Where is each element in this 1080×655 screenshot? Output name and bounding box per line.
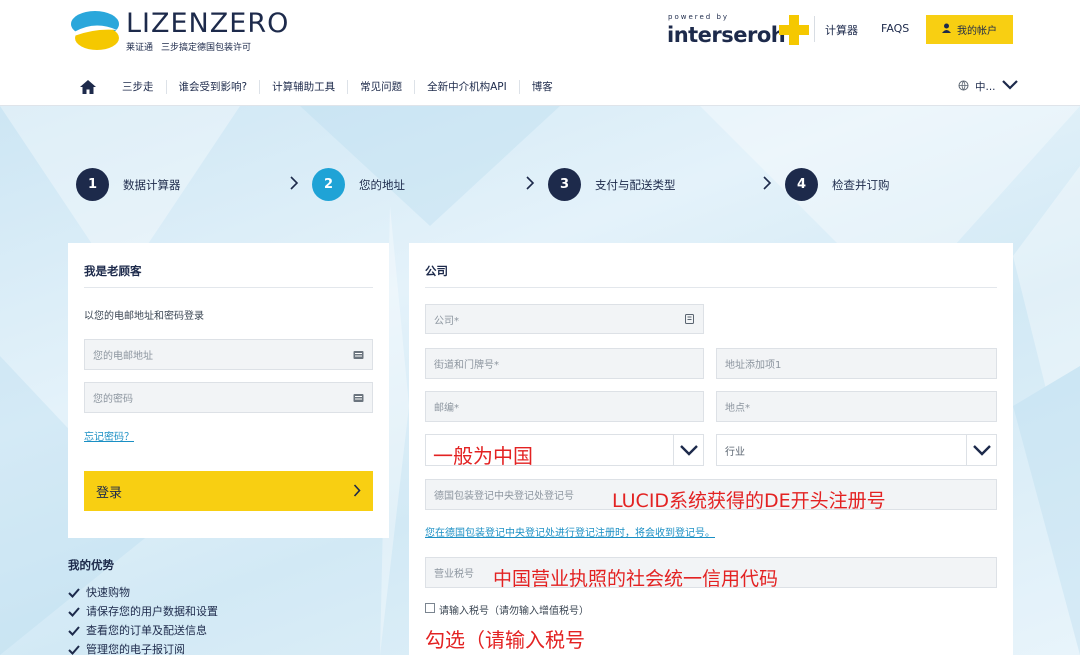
list-item: 查看您的订单及配送信息: [68, 621, 218, 640]
register-hint-link[interactable]: 您在德国包装登记中央登记处进行登记注册时，将会收到登记号。: [425, 524, 715, 539]
advantage-text: 请保存您的用户数据和设置: [86, 605, 218, 618]
checkout-steps: 1 数据计算器 2 您的地址 3 支付与配送类型 4 检查并订购: [0, 168, 1080, 204]
chevron-right-icon: [290, 176, 299, 190]
logo-sub-brand: 莱证通: [126, 43, 154, 53]
street-field[interactable]: 街道和门牌号*: [425, 348, 704, 379]
company-field[interactable]: 公司*: [425, 304, 704, 334]
advantages-list: 快速购物 请保存您的用户数据和设置 查看您的订单及配送信息 管理您的电子报订阅: [68, 583, 218, 655]
language-label: 中...: [975, 81, 996, 93]
calculator-link[interactable]: 计算器: [825, 22, 858, 38]
zip-placeholder: 邮编*: [434, 403, 459, 414]
address-extra-field[interactable]: 地址添加项1: [716, 348, 997, 379]
nav-item-agency-api[interactable]: 全新中介机构API: [414, 80, 519, 94]
keyboard-icon: [353, 393, 364, 402]
zip-field[interactable]: 邮编*: [425, 391, 704, 422]
tax-number-checkbox[interactable]: [425, 603, 435, 613]
nav-item-calc-tools[interactable]: 计算辅助工具: [259, 80, 347, 94]
top-header: LIZENZERO 莱证通 三步搞定德国包装许可 powered by inter…: [0, 0, 1080, 68]
lizenzero-logo[interactable]: LIZENZERO 莱证通 三步搞定德国包装许可: [70, 8, 289, 54]
login-instruction: 以您的电邮地址和密码登录: [84, 311, 204, 322]
city-placeholder: 地点*: [725, 403, 750, 414]
nav-item-faq[interactable]: 常见问题: [347, 80, 414, 94]
login-button[interactable]: 登录: [84, 471, 373, 511]
step-label: 您的地址: [359, 177, 405, 192]
chevron-down-icon: [966, 435, 996, 465]
annotation-country: 一般为中国: [433, 444, 533, 468]
nav-item-who-affected[interactable]: 谁会受到影响?: [165, 80, 260, 94]
nav-item-three-steps[interactable]: 三步走: [110, 80, 166, 94]
password-field[interactable]: 您的密码: [84, 382, 373, 413]
step-4[interactable]: 4 检查并订购: [785, 168, 890, 201]
street-placeholder: 街道和门牌号*: [434, 360, 499, 371]
chevron-right-icon: [763, 176, 772, 190]
step-label: 支付与配送类型: [595, 177, 676, 192]
my-account-button[interactable]: 我的帐户: [926, 15, 1013, 44]
industry-value: 行业: [725, 446, 745, 458]
register-number-placeholder: 德国包装登记中央登记处登记号: [434, 491, 574, 502]
city-field[interactable]: 地点*: [716, 391, 997, 422]
interseroh-logo[interactable]: powered by interseroh: [667, 13, 809, 49]
chevron-right-icon: [353, 484, 361, 497]
my-account-label: 我的帐户: [957, 26, 997, 37]
logo-tagline: 莱证通 三步搞定德国包装许可: [126, 40, 289, 53]
powered-by-label: powered by: [668, 13, 730, 21]
annotation-checkbox: 勾选（请输入税号: [425, 628, 585, 652]
keyboard-icon: [353, 350, 364, 359]
interseroh-name: interseroh: [667, 23, 786, 47]
company-placeholder: 公司*: [434, 315, 459, 327]
step-label: 检查并订购: [832, 177, 890, 192]
step-number: 4: [785, 168, 818, 201]
chevron-down-icon: [1001, 80, 1018, 93]
login-divider: [84, 287, 373, 288]
password-placeholder: 您的密码: [93, 394, 133, 405]
step-number: 2: [312, 168, 345, 201]
check-icon: [68, 587, 80, 598]
main-nav: 三步走 谁会受到影响? 计算辅助工具 常见问题 全新中介机构API 博客 中..…: [0, 68, 1080, 106]
logo-mark-icon: [70, 8, 120, 54]
advantage-text: 查看您的订单及配送信息: [86, 624, 207, 637]
tax-checkbox-label: 请输入税号（请勿输入增值税号）: [439, 606, 589, 617]
step-number: 1: [76, 168, 109, 201]
globe-icon: [958, 80, 969, 94]
check-icon: [68, 644, 80, 655]
step-number: 3: [548, 168, 581, 201]
interseroh-plus-icon: [779, 15, 809, 45]
annotation-register: LUCID系统获得的DE开头注册号: [612, 490, 886, 512]
faqs-link[interactable]: FAQS: [881, 22, 909, 35]
advantages-title: 我的优势: [68, 558, 114, 572]
chevron-down-icon: [673, 435, 703, 465]
home-icon[interactable]: [80, 79, 96, 94]
address-panel-title: 公司: [425, 264, 448, 278]
email-field[interactable]: 您的电邮地址: [84, 339, 373, 370]
advantage-text: 管理您的电子报订阅: [86, 643, 185, 655]
list-item: 快速购物: [68, 583, 218, 602]
logo-name: LIZENZERO: [126, 8, 290, 39]
nav-items: 三步走 谁会受到影响? 计算辅助工具 常见问题 全新中介机构API 博客: [110, 68, 565, 106]
login-panel-title: 我是老顾客: [84, 264, 142, 278]
logo-sub-slogan: 三步搞定德国包装许可: [161, 43, 252, 53]
address-divider: [425, 287, 997, 288]
user-icon: [942, 23, 951, 36]
email-placeholder: 您的电邮地址: [93, 351, 153, 362]
chevron-right-icon: [526, 176, 535, 190]
step-2[interactable]: 2 您的地址: [312, 168, 405, 201]
step-1[interactable]: 1 数据计算器: [76, 168, 181, 201]
step-3[interactable]: 3 支付与配送类型: [548, 168, 676, 201]
forgot-password-link[interactable]: 忘记密码？: [84, 428, 134, 443]
language-selector[interactable]: 中...: [958, 79, 1018, 94]
address-extra-placeholder: 地址添加项1: [725, 360, 782, 371]
check-icon: [68, 606, 80, 617]
contact-card-icon: [685, 314, 694, 324]
tax-number-placeholder: 营业税号: [434, 569, 474, 580]
check-icon: [68, 625, 80, 636]
step-label: 数据计算器: [123, 177, 181, 192]
industry-select[interactable]: 行业: [716, 434, 997, 466]
advantage-text: 快速购物: [86, 586, 130, 599]
login-button-label: 登录: [96, 485, 123, 501]
header-separator: [814, 16, 815, 42]
list-item: 请保存您的用户数据和设置: [68, 602, 218, 621]
list-item: 管理您的电子报订阅: [68, 640, 218, 655]
annotation-tax: 中国营业执照的社会统一信用代码: [493, 568, 779, 590]
nav-item-blog[interactable]: 博客: [518, 80, 565, 94]
